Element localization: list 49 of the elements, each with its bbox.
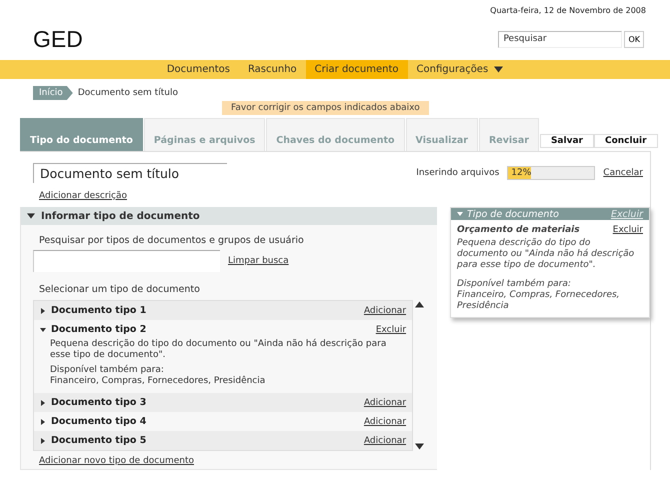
ok-button[interactable]: OK: [624, 30, 644, 48]
document-type-name[interactable]: Documento tipo 3: [51, 397, 146, 408]
collapse-icon: [40, 326, 46, 332]
expand-icon: [40, 308, 46, 314]
finish-button[interactable]: Concluir: [594, 134, 658, 148]
remove-link[interactable]: Excluir: [376, 324, 406, 334]
type-description: Pequena descrição do tipo do documento ou "Ainda não há descrição para esse tipo de documento".: [457, 238, 636, 271]
save-button[interactable]: Salvar: [540, 134, 594, 148]
expand-icon: [40, 400, 46, 406]
nav-item[interactable]: Documentos: [158, 60, 239, 79]
document-type-name[interactable]: Documento tipo 2: [51, 324, 146, 335]
type-description: Pequena descrição do tipo do documento ou "Ainda não há descrição para esse tipo de documento".: [49, 339, 388, 361]
add-link[interactable]: Adicionar: [364, 398, 406, 408]
document-type-name[interactable]: Documento tipo 5: [51, 435, 146, 446]
nav-item[interactable]: Configurações: [408, 60, 512, 79]
type-search-field[interactable]: [33, 250, 220, 272]
alert-message: Favor corrigir os campos indicados abaixo: [222, 101, 429, 115]
add-link[interactable]: Adicionar: [364, 306, 406, 316]
available-text: Disponível também para: Financeiro, Compras, Fornecedores, Presidência: [457, 279, 621, 312]
clear-search-link[interactable]: Limpar busca: [228, 256, 289, 266]
nav-item[interactable]: Criar documento: [306, 60, 408, 79]
selected-type-name: Orçamento de materiais: [457, 225, 580, 236]
search-field[interactable]: Pesquisar: [498, 30, 622, 48]
add-description-link[interactable]: Adicionar descrição: [39, 191, 128, 201]
available-text: Disponível também para: Financeiro, Compras, Fornecedores, Presidência: [49, 365, 266, 387]
progress-reading: 12%: [511, 167, 532, 179]
expand-icon: [40, 438, 46, 444]
add-new-type-link[interactable]: Adicionar novo tipo de documento: [39, 456, 194, 466]
section-header[interactable]: Informar tipo de documento: [21, 207, 437, 225]
cancel-link[interactable]: Cancelar: [603, 168, 643, 178]
title-field[interactable]: Documento sem título: [33, 163, 227, 183]
nav-item[interactable]: Rascunho: [238, 60, 306, 79]
collapse-icon: [27, 212, 35, 220]
logo: GED: [33, 26, 83, 52]
date-text: Quarta-feira, 12 de Novembro de 2008: [490, 6, 646, 15]
document-type-name[interactable]: Documento tipo 1: [51, 305, 146, 316]
select-label: Selecionar um tipo de documento: [39, 284, 201, 295]
upload-label: Inserindo arquivos: [416, 168, 500, 178]
remove-link[interactable]: Excluir: [612, 225, 643, 236]
scroll-up-icon: [414, 300, 424, 309]
add-link[interactable]: Adicionar: [364, 436, 406, 446]
breadcrumb-current: Documento sem título: [78, 88, 178, 98]
search-label: Pesquisar por tipos de documentos e grupos de usuário: [39, 235, 305, 246]
panel-title: Tipo de documento: [467, 208, 559, 220]
scroll-down-icon: [414, 442, 424, 451]
document-type-name[interactable]: Documento tipo 4: [51, 416, 146, 427]
expand-icon: [40, 418, 46, 424]
add-link[interactable]: Adicionar: [364, 416, 406, 426]
collapse-icon: [457, 211, 463, 217]
